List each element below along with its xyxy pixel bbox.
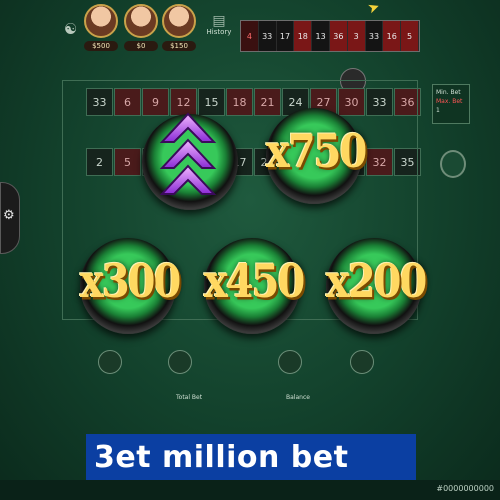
chip-stack-button[interactable]	[440, 150, 466, 178]
footer-text: #0000000000	[436, 484, 494, 493]
history-number: 3	[347, 21, 366, 51]
avatar	[84, 4, 118, 38]
triple-up-arrow-icon	[159, 112, 217, 195]
player-seat[interactable]: $500	[84, 4, 118, 51]
limit-label: Min. Bet	[436, 89, 461, 96]
history-button[interactable]: ▤ History	[204, 14, 234, 50]
limit-label: Max. Bet	[436, 98, 463, 105]
chip-button[interactable]	[350, 350, 374, 374]
avatar	[124, 4, 158, 38]
history-number: 13	[312, 21, 330, 51]
history-number: 18	[294, 21, 313, 51]
player-chip-amount: $0	[124, 41, 158, 51]
bar-chart-icon: ▤	[212, 13, 226, 29]
caption-banner: 3et million bet	[86, 434, 416, 480]
total-bet-label: Total Bet	[176, 394, 203, 401]
player-avatars: $500 $0 $150	[62, 4, 202, 66]
settings-drawer-toggle[interactable]: ⚙	[0, 182, 20, 254]
player-seat[interactable]: $0	[124, 4, 158, 51]
history-number: 5	[401, 21, 419, 51]
multiplier-label: x750	[266, 124, 367, 179]
caption-text: 3et million bet	[94, 439, 349, 475]
player-chip-amount: $150	[162, 41, 196, 51]
history-number: 33	[366, 21, 384, 51]
bet-limits-panel: Min. Bet Max. Bet 1	[432, 84, 470, 124]
player-seat[interactable]: $150	[162, 4, 196, 51]
multiplier-label: x450	[204, 254, 305, 309]
history-number: 36	[329, 21, 348, 51]
multiplier-label: x300	[80, 254, 181, 309]
avatar	[162, 4, 196, 38]
history-strip: 4 33 17 18 13 36 3 33 16 5	[240, 20, 420, 52]
pointer-cursor-icon: ➤	[365, 0, 383, 18]
history-number: 33	[259, 21, 277, 51]
gear-icon: ⚙	[3, 208, 15, 223]
chip-button[interactable]	[278, 350, 302, 374]
chip-selector	[88, 350, 388, 380]
balance-label: Balance	[286, 394, 310, 401]
history-label: History	[206, 28, 232, 36]
history-number: 4	[241, 21, 259, 51]
history-number: 17	[277, 21, 295, 51]
limit-value: 1	[436, 107, 440, 114]
footer-bar: #0000000000	[0, 480, 500, 500]
chip-button[interactable]	[98, 350, 122, 374]
chip-button[interactable]	[168, 350, 192, 374]
game-screen: ☯ $500 $0 $150 ▤ History 4 33 17 18 13 36 3 33 1…	[0, 0, 500, 500]
history-number: 16	[383, 21, 402, 51]
player-chip-amount: $500	[84, 41, 118, 51]
multiplier-label: x200	[326, 254, 427, 309]
